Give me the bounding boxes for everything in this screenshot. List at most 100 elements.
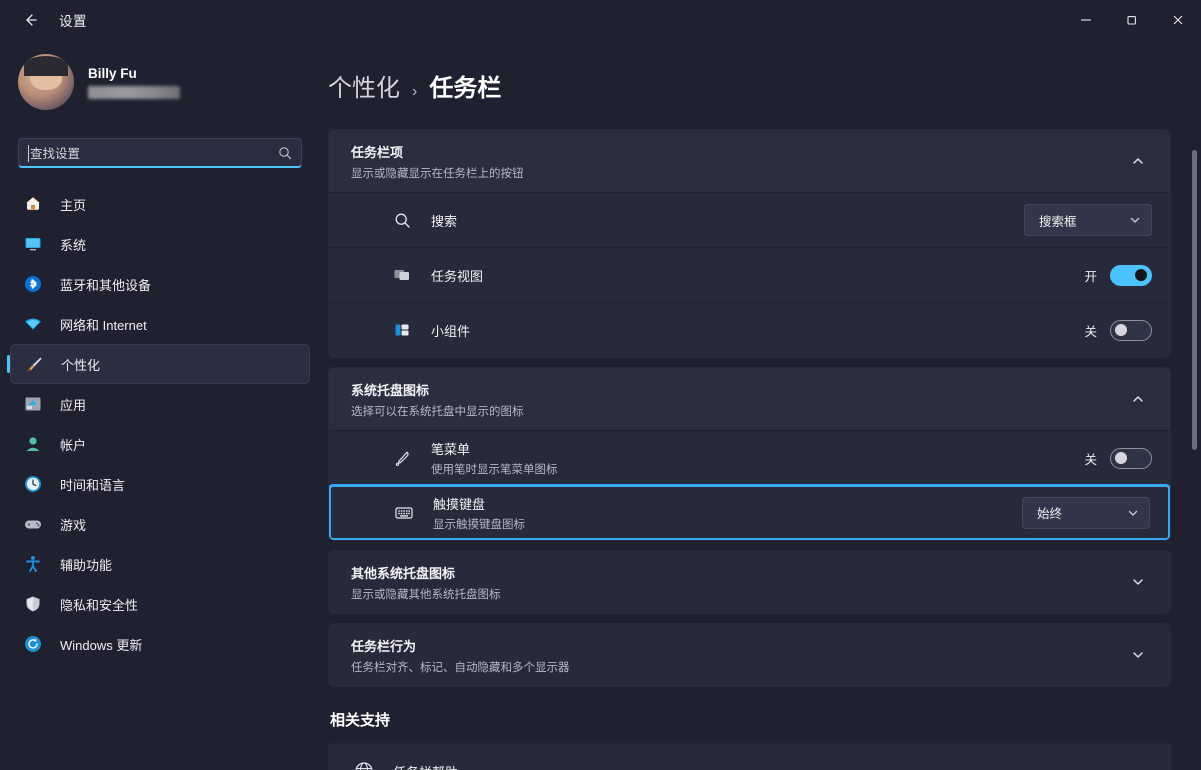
content-inner: 个性化 › 任务栏 任务栏项 显示或隐藏显示在任务栏上的按钮 搜索 搜索框 任务… [328,40,1201,770]
chevron-up-icon[interactable] [1124,392,1152,406]
card-related-support: 任务栏帮助 [328,742,1171,770]
pen-menu-toggle[interactable] [1110,447,1152,469]
section-header-taskbar-items[interactable]: 任务栏项 显示或隐藏显示在任务栏上的按钮 [329,130,1170,192]
sidebar-item-system[interactable]: 系统 [10,224,310,264]
sidebar-item-accounts[interactable]: 帐户 [10,424,310,464]
clock-icon [20,471,46,497]
card-taskbar-items: 任务栏项 显示或隐藏显示在任务栏上的按钮 搜索 搜索框 任务视图 开 小组件 关 [328,129,1171,358]
search-box[interactable] [18,138,302,168]
chevron-down-icon [1127,507,1139,519]
toggle-knob [1115,324,1127,336]
touch-keyboard-dropdown[interactable]: 始终 [1022,496,1150,529]
sidebar-item-label: 应用 [60,397,87,413]
sidebar-item-home[interactable]: 主页 [10,184,310,224]
row-text: 任务视图 [431,266,1084,285]
text-caret [28,145,29,162]
row-touch-keyboard[interactable]: 触摸键盘 显示触摸键盘图标 始终 [329,485,1170,540]
close-button[interactable] [1155,0,1201,40]
sidebar-item-label: 个性化 [61,357,101,373]
row-search[interactable]: 搜索 搜索框 [329,192,1170,247]
section-header-text: 任务栏项 显示或隐藏显示在任务栏上的按钮 [351,142,1124,181]
toggle-state-label: 开 [1084,269,1097,284]
shield-icon [20,591,46,617]
profile-block[interactable]: Billy Fu [0,40,320,120]
update-refresh-icon [20,631,46,657]
row-title: 触摸键盘 [433,496,486,512]
breadcrumb-parent[interactable]: 个性化 [328,68,400,103]
search-input[interactable] [19,145,301,160]
task-view-toggle[interactable] [1110,264,1152,286]
section-subtitle: 任务栏对齐、标记、自动隐藏和多个显示器 [351,661,570,674]
search-mode-dropdown[interactable]: 搜索框 [1024,204,1152,236]
row-title: 任务视图 [431,268,484,284]
search-icon[interactable] [278,146,292,160]
row-task-view[interactable]: 任务视图 开 [329,247,1170,302]
sidebar-item-windows-update[interactable]: Windows 更新 [10,624,310,664]
toggle-state-label: 关 [1084,324,1097,339]
section-subtitle: 显示或隐藏其他系统托盘图标 [351,588,501,601]
row-pen-menu[interactable]: 笔菜单 使用笔时显示笔菜单图标 关 [329,430,1170,485]
search-icon [389,212,415,229]
accessibility-icon [20,551,46,577]
sidebar-item-label: 游戏 [60,517,87,533]
section-header-text: 任务栏行为 任务栏对齐、标记、自动隐藏和多个显示器 [351,636,1124,675]
row-subtitle: 显示触摸键盘图标 [433,518,525,531]
sidebar-item-accessibility[interactable]: 辅助功能 [10,544,310,584]
widgets-toggle-group: 关 [1084,319,1152,341]
section-title: 其他系统托盘图标 [351,565,456,581]
section-title: 系统托盘图标 [351,382,430,398]
pen-menu-toggle-group: 关 [1084,447,1152,469]
sidebar-item-privacy-security[interactable]: 隐私和安全性 [10,584,310,624]
sidebar-nav: 主页 系统 蓝牙和其他设备 网络和 Internet 个性化 应用 帐户 时间和… [0,184,320,770]
row-text: 触摸键盘 显示触摸键盘图标 [433,494,1022,532]
scrollbar-thumb[interactable] [1192,150,1197,450]
sidebar-item-gaming[interactable]: 游戏 [10,504,310,544]
sidebar-item-bluetooth[interactable]: 蓝牙和其他设备 [10,264,310,304]
card-taskbar-behavior: 任务栏行为 任务栏对齐、标记、自动隐藏和多个显示器 [328,623,1171,687]
scrollbar-track[interactable] [1192,84,1199,770]
row-taskbar-help[interactable]: 任务栏帮助 [329,743,1170,770]
chevron-down-icon[interactable] [1124,575,1152,589]
card-other-tray-icons: 其他系统托盘图标 显示或隐藏其他系统托盘图标 [328,550,1171,614]
section-header-system-tray-icons[interactable]: 系统托盘图标 选择可以在系统托盘中显示的图标 [329,368,1170,430]
sidebar-item-apps[interactable]: 应用 [10,384,310,424]
back-button[interactable] [13,5,47,35]
personalization-brush-icon [21,351,47,377]
window-body: Billy Fu 主页 [0,40,1201,770]
sidebar-item-network[interactable]: 网络和 Internet [10,304,310,344]
chevron-up-icon[interactable] [1124,154,1152,168]
task-view-toggle-group: 开 [1084,264,1152,286]
widgets-icon [389,321,415,339]
toggle-knob [1135,269,1147,281]
card-system-tray-icons: 系统托盘图标 选择可以在系统托盘中显示的图标 笔菜单 使用笔时显示笔菜单图标 关… [328,367,1171,541]
profile-text: Billy Fu [88,66,180,99]
task-view-icon [389,266,415,284]
sidebar-item-personalization[interactable]: 个性化 [7,344,310,384]
pen-icon [389,449,415,468]
maximize-button[interactable] [1109,0,1155,40]
apps-icon [20,391,46,417]
section-header-other-tray-icons[interactable]: 其他系统托盘图标 显示或隐藏其他系统托盘图标 [329,551,1170,613]
row-text: 笔菜单 使用笔时显示笔菜单图标 [431,439,1084,477]
minimize-button[interactable] [1063,0,1109,40]
sidebar-item-time-language[interactable]: 时间和语言 [10,464,310,504]
related-support-title: 相关支持 [330,712,391,729]
section-subtitle: 选择可以在系统托盘中显示的图标 [351,405,524,418]
section-title: 任务栏项 [351,144,404,160]
section-title: 任务栏行为 [351,638,417,654]
row-title: 任务栏帮助 [393,762,1152,770]
sidebar-item-label: 系统 [60,237,87,253]
home-icon [20,191,46,217]
section-header-taskbar-behavior[interactable]: 任务栏行为 任务栏对齐、标记、自动隐藏和多个显示器 [329,624,1170,686]
profile-name: Billy Fu [88,65,137,81]
toggle-state-label: 关 [1084,452,1097,467]
widgets-toggle[interactable] [1110,319,1152,341]
row-text: 任务栏帮助 [393,762,1152,770]
chevron-down-icon[interactable] [1124,648,1152,662]
row-title: 小组件 [431,323,471,339]
breadcrumb: 个性化 › 任务栏 [328,68,1171,103]
row-widgets[interactable]: 小组件 关 [329,302,1170,357]
sidebar: Billy Fu 主页 [0,40,320,770]
chevron-down-icon [1129,214,1141,226]
section-header-text: 系统托盘图标 选择可以在系统托盘中显示的图标 [351,380,1124,419]
